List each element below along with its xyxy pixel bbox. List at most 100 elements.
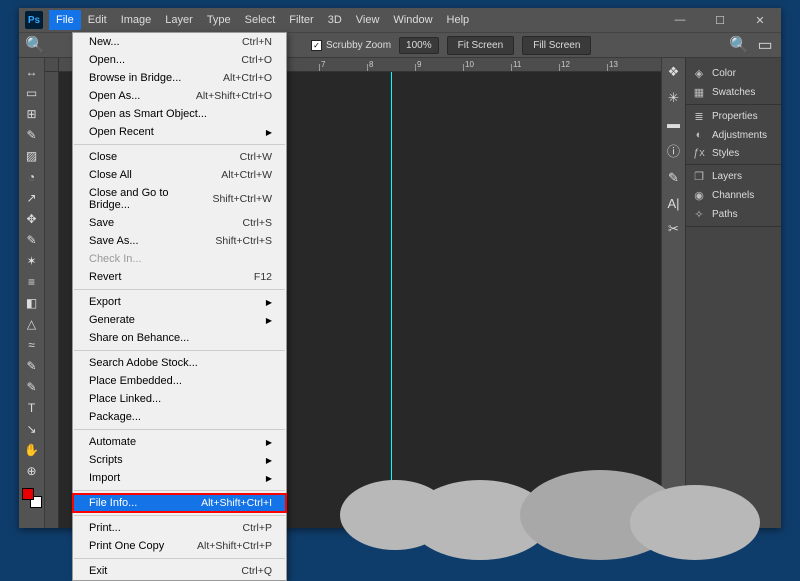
menu-item-open-as-smart-object[interactable]: Open as Smart Object... — [73, 105, 286, 123]
checkbox-icon: ✓ — [311, 40, 322, 51]
menu-layer[interactable]: Layer — [158, 10, 200, 30]
strip-icon-5[interactable]: A| — [667, 196, 679, 211]
panel-paths[interactable]: ✧Paths — [686, 205, 781, 224]
tool-7[interactable]: ✥ — [21, 209, 43, 229]
strip-icon-0[interactable]: ❖ — [668, 64, 680, 80]
tool-5[interactable]: ◔ — [21, 167, 43, 187]
menu-item-label: New... — [89, 36, 120, 48]
menu-item-generate[interactable]: Generate▶ — [73, 311, 286, 329]
tool-9[interactable]: ✶ — [21, 251, 43, 271]
menu-3d[interactable]: 3D — [321, 10, 349, 30]
menu-item-print[interactable]: Print...Ctrl+P — [73, 519, 286, 537]
menu-item-scripts[interactable]: Scripts▶ — [73, 451, 286, 469]
tool-2[interactable]: ⊞ — [21, 104, 43, 124]
foreground-color-swatch[interactable] — [22, 488, 34, 500]
menu-item-open[interactable]: Open...Ctrl+O — [73, 51, 286, 69]
menu-item-open-as[interactable]: Open As...Alt+Shift+Ctrl+O — [73, 87, 286, 105]
menu-edit[interactable]: Edit — [81, 10, 114, 30]
search-icon[interactable]: 🔍 — [729, 35, 749, 55]
menu-item-new[interactable]: New...Ctrl+N — [73, 33, 286, 51]
menu-window[interactable]: Window — [386, 10, 439, 30]
menu-item-label: Search Adobe Stock... — [89, 357, 198, 369]
tool-19[interactable]: ⊕ — [21, 461, 43, 481]
menu-item-import[interactable]: Import▶ — [73, 469, 286, 487]
menu-item-print-one-copy[interactable]: Print One CopyAlt+Shift+Ctrl+P — [73, 537, 286, 555]
menu-select[interactable]: Select — [238, 10, 283, 30]
fill-screen-button[interactable]: Fill Screen — [522, 36, 591, 55]
titlebar: Ps FileEditImageLayerTypeSelectFilter3DV… — [19, 8, 781, 32]
app-logo: Ps — [25, 11, 43, 29]
tool-1[interactable]: ▭ — [21, 83, 43, 103]
panel-styles[interactable]: ƒxStyles — [686, 144, 781, 162]
panel-layers[interactable]: ❐Layers — [686, 167, 781, 186]
tool-17[interactable]: ↘ — [21, 419, 43, 439]
panel-properties[interactable]: ≣Properties — [686, 107, 781, 126]
tool-0[interactable]: ↔ — [21, 62, 43, 82]
menu-item-browse-in-bridge[interactable]: Browse in Bridge...Alt+Ctrl+O — [73, 69, 286, 87]
menu-item-share-on-behance[interactable]: Share on Behance... — [73, 329, 286, 347]
menu-item-package[interactable]: Package... — [73, 408, 286, 426]
panel-channels[interactable]: ◉Channels — [686, 186, 781, 205]
submenu-arrow-icon: ▶ — [266, 298, 272, 307]
tool-4[interactable]: ▨ — [21, 146, 43, 166]
panel-swatches[interactable]: ▦Swatches — [686, 83, 781, 102]
menu-item-label: Close — [89, 151, 117, 163]
menu-type[interactable]: Type — [200, 10, 238, 30]
close-button[interactable]: ✕ — [745, 11, 775, 30]
workspace-icon[interactable]: ▭ — [755, 35, 775, 55]
menu-item-exit[interactable]: ExitCtrl+Q — [73, 562, 286, 580]
maximize-button[interactable]: ☐ — [705, 11, 735, 30]
menu-item-automate[interactable]: Automate▶ — [73, 433, 286, 451]
menu-view[interactable]: View — [349, 10, 387, 30]
menu-help[interactable]: Help — [440, 10, 477, 30]
menu-item-close-and-go-to-bridge[interactable]: Close and Go to Bridge...Shift+Ctrl+W — [73, 184, 286, 214]
zoom-value[interactable]: 100% — [399, 37, 439, 54]
scrubby-zoom-checkbox[interactable]: ✓ Scrubby Zoom — [311, 40, 391, 51]
strip-icon-1[interactable]: ✳ — [668, 90, 679, 106]
menu-item-shortcut: Shift+Ctrl+W — [212, 193, 272, 205]
fit-screen-button[interactable]: Fit Screen — [447, 36, 515, 55]
menu-item-save[interactable]: SaveCtrl+S — [73, 214, 286, 232]
tool-18[interactable]: ✋ — [21, 440, 43, 460]
panel-adjustments[interactable]: ◐Adjustments — [686, 126, 781, 144]
strip-icon-4[interactable]: ✎ — [668, 170, 679, 186]
menu-item-place-linked[interactable]: Place Linked... — [73, 390, 286, 408]
tool-11[interactable]: ◧ — [21, 293, 43, 313]
color-swatches[interactable] — [22, 488, 42, 508]
menu-item-file-info[interactable]: File Info...Alt+Shift+Ctrl+I — [73, 494, 286, 512]
menu-item-open-recent[interactable]: Open Recent▶ — [73, 123, 286, 141]
tool-10[interactable]: ≡ — [21, 272, 43, 292]
panel-color[interactable]: ◈Color — [686, 64, 781, 83]
tool-12[interactable]: △ — [21, 314, 43, 334]
swatches-icon: ▦ — [692, 86, 706, 99]
tool-14[interactable]: ✎ — [21, 356, 43, 376]
tool-6[interactable]: ↗ — [21, 188, 43, 208]
menu-item-close-all[interactable]: Close AllAlt+Ctrl+W — [73, 166, 286, 184]
ruler-corner — [45, 58, 59, 72]
menu-item-shortcut: Alt+Ctrl+O — [223, 72, 272, 84]
tool-16[interactable]: T — [21, 398, 43, 418]
tool-3[interactable]: ✎ — [21, 125, 43, 145]
menu-item-search-adobe-stock[interactable]: Search Adobe Stock... — [73, 354, 286, 372]
menubar: FileEditImageLayerTypeSelectFilter3DView… — [49, 10, 476, 30]
strip-icon-2[interactable]: ▬ — [667, 116, 680, 131]
strip-icon-6[interactable]: ✂ — [668, 221, 679, 237]
menu-item-save-as[interactable]: Save As...Shift+Ctrl+S — [73, 232, 286, 250]
strip-icon-3[interactable]: ⓘ — [667, 141, 680, 160]
vertical-guide[interactable] — [391, 72, 392, 528]
minimize-button[interactable]: ― — [665, 11, 695, 30]
menu-image[interactable]: Image — [114, 10, 159, 30]
menu-item-label: Save As... — [89, 235, 139, 247]
tool-8[interactable]: ✎ — [21, 230, 43, 250]
menu-item-place-embedded[interactable]: Place Embedded... — [73, 372, 286, 390]
menu-item-export[interactable]: Export▶ — [73, 293, 286, 311]
menu-file[interactable]: File — [49, 10, 81, 30]
menu-filter[interactable]: Filter — [282, 10, 320, 30]
menu-item-close[interactable]: CloseCtrl+W — [73, 148, 286, 166]
vertical-ruler[interactable] — [45, 72, 59, 528]
menu-item-revert[interactable]: RevertF12 — [73, 268, 286, 286]
tool-15[interactable]: ✎ — [21, 377, 43, 397]
tool-13[interactable]: ≈ — [21, 335, 43, 355]
menu-item-shortcut: Alt+Shift+Ctrl+P — [197, 540, 272, 552]
menu-item-label: Automate — [89, 436, 136, 448]
